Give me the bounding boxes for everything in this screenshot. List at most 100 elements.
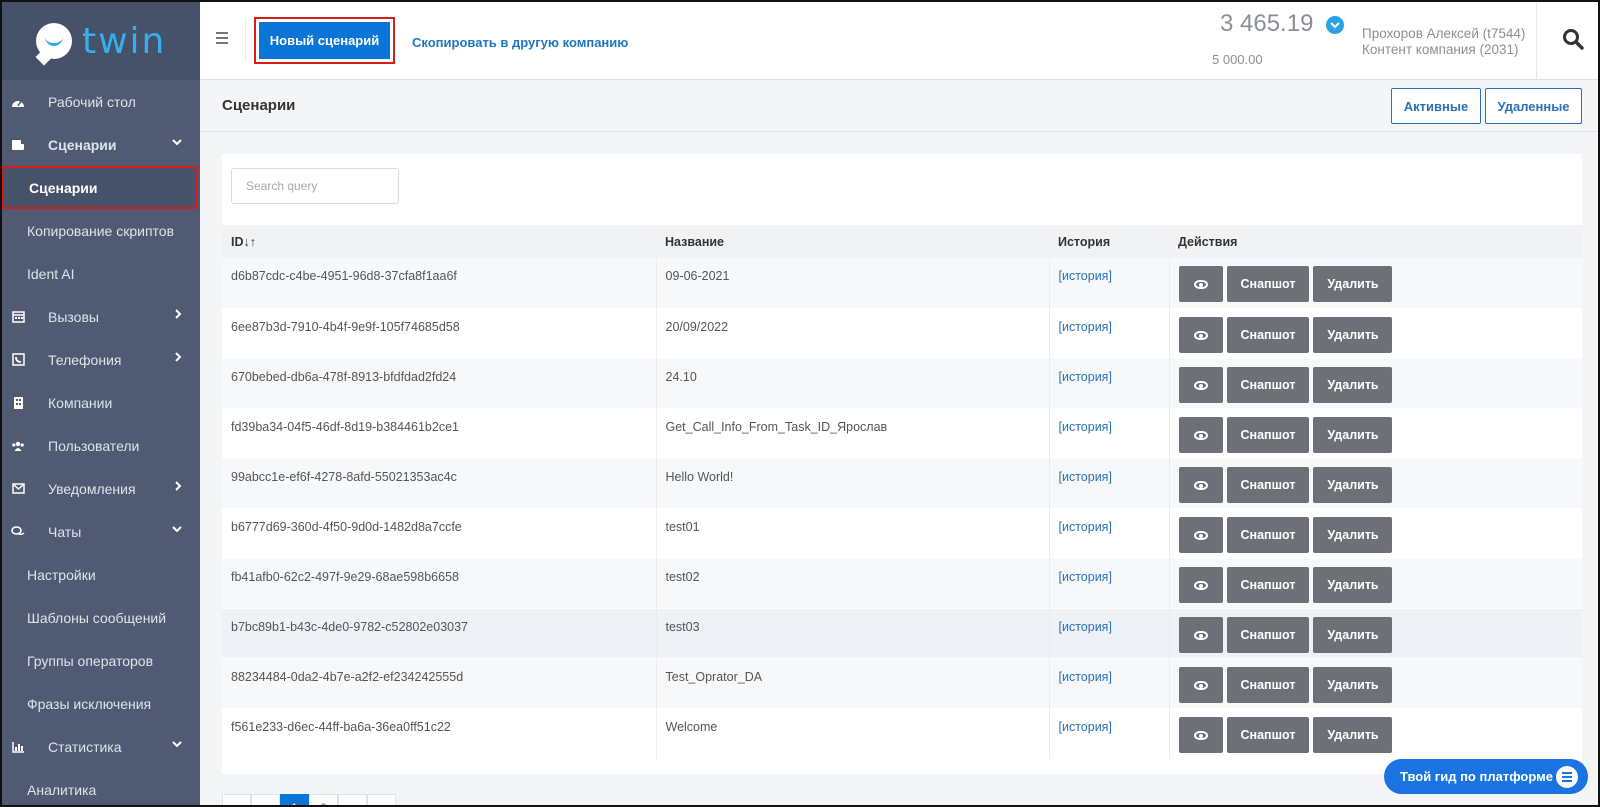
history-link[interactable]: [история] bbox=[1059, 670, 1112, 684]
calendar-icon bbox=[10, 309, 26, 325]
sidebar-item-scenarios[interactable]: Сценарии bbox=[2, 123, 200, 166]
snapshot-button[interactable]: Снапшот bbox=[1226, 266, 1309, 302]
sidebar-item-dashboard[interactable]: Рабочий стол bbox=[2, 80, 200, 123]
snapshot-button[interactable]: Снапшот bbox=[1226, 516, 1309, 553]
delete-button[interactable]: Удалить bbox=[1313, 266, 1393, 302]
chat-icon bbox=[10, 524, 26, 540]
sidebar-item-companies[interactable]: Компании bbox=[2, 381, 200, 424]
view-button[interactable] bbox=[1178, 516, 1223, 553]
eye-icon bbox=[1193, 430, 1208, 440]
sidebar-item-label: Сценарии bbox=[29, 179, 98, 196]
sidebar-item-statistics[interactable]: Статистика bbox=[2, 725, 200, 768]
history-link[interactable]: [история] bbox=[1059, 620, 1112, 634]
view-button[interactable] bbox=[1178, 666, 1223, 703]
sort-icon: ↓↑ bbox=[243, 234, 257, 249]
delete-button[interactable]: Удалить bbox=[1313, 616, 1393, 653]
balance-limit: 5 000.00 bbox=[1212, 52, 1263, 67]
logo[interactable]: twin bbox=[2, 2, 200, 80]
view-button[interactable] bbox=[1178, 716, 1223, 753]
history-link[interactable]: [история] bbox=[1059, 520, 1112, 534]
sidebar-item-operator-groups[interactable]: Группы операторов bbox=[2, 639, 200, 682]
snapshot-button[interactable]: Снапшот bbox=[1226, 316, 1309, 353]
sidebar-item-label: Чаты bbox=[48, 523, 82, 540]
snapshot-button[interactable]: Снапшот bbox=[1226, 566, 1309, 603]
app-window: twin Рабочий стол Сценарии Сценарии Копи… bbox=[0, 0, 1600, 807]
history-link[interactable]: [история] bbox=[1059, 570, 1112, 584]
delete-button[interactable]: Удалить bbox=[1313, 416, 1393, 453]
page-title-bar: Сценарии Активные Удаленные bbox=[200, 80, 1598, 132]
search-icon[interactable] bbox=[1562, 28, 1584, 50]
delete-button[interactable]: Удалить bbox=[1313, 316, 1393, 353]
delete-button[interactable]: Удалить bbox=[1313, 666, 1393, 703]
snapshot-button[interactable]: Снапшот bbox=[1226, 366, 1309, 403]
history-link[interactable]: [история] bbox=[1059, 720, 1112, 734]
dashboard-icon bbox=[10, 94, 26, 110]
sidebar-item-exclusion-phrases[interactable]: Фразы исключения bbox=[2, 682, 200, 725]
sidebar-item-copy-scripts[interactable]: Копирование скриптов bbox=[2, 209, 200, 252]
copy-to-company-link[interactable]: Скопировать в другую компанию bbox=[412, 35, 628, 50]
deleted-filter-button[interactable]: Удаленные bbox=[1485, 88, 1582, 124]
search-input[interactable] bbox=[231, 168, 399, 204]
eye-icon bbox=[1193, 630, 1208, 640]
company-name: Контент компания (2031) bbox=[1362, 42, 1519, 57]
scenario-name: 20/09/2022 bbox=[655, 308, 1049, 358]
history-link[interactable]: [история] bbox=[1059, 269, 1112, 283]
column-header-id[interactable]: ID↓↑ bbox=[222, 225, 656, 258]
snapshot-button[interactable]: Снапшот bbox=[1226, 666, 1309, 703]
chevron-right-icon bbox=[174, 352, 182, 365]
sidebar-item-message-templates[interactable]: Шаблоны сообщений bbox=[2, 596, 200, 639]
header-divider bbox=[245, 20, 246, 60]
sidebar-item-notifications[interactable]: Уведомления bbox=[2, 467, 200, 510]
history-link[interactable]: [история] bbox=[1059, 420, 1112, 434]
sidebar-item-users[interactable]: Пользователи bbox=[2, 424, 200, 467]
page-button[interactable]: « bbox=[222, 794, 251, 805]
page-button[interactable]: 2 bbox=[309, 794, 338, 805]
balance-dropdown-icon[interactable] bbox=[1326, 16, 1344, 34]
history-link[interactable]: [история] bbox=[1059, 470, 1112, 484]
table-row: 88234484-0da2-4b7e-a2f2-ef234242555d Test… bbox=[222, 658, 1582, 708]
menu-toggle-icon[interactable] bbox=[216, 32, 228, 44]
sidebar-item-ident-ai[interactable]: Ident AI bbox=[2, 252, 200, 295]
view-button[interactable] bbox=[1178, 416, 1223, 453]
snapshot-button[interactable]: Снапшот bbox=[1226, 466, 1309, 503]
delete-button[interactable]: Удалить bbox=[1313, 716, 1393, 753]
snapshot-button[interactable]: Снапшот bbox=[1226, 716, 1309, 753]
sidebar-item-label: Уведомления bbox=[48, 480, 136, 497]
delete-button[interactable]: Удалить bbox=[1313, 516, 1393, 553]
sidebar-item-calls[interactable]: Вызовы bbox=[2, 295, 200, 338]
view-button[interactable] bbox=[1178, 316, 1223, 353]
delete-button[interactable]: Удалить bbox=[1313, 566, 1393, 603]
view-button[interactable] bbox=[1178, 616, 1223, 653]
scenarios-table: ID↓↑ Название История Действия d6b87cdc-… bbox=[222, 225, 1582, 759]
sidebar-item-scenarios-list[interactable]: Сценарии bbox=[2, 166, 198, 209]
snapshot-button[interactable]: Снапшот bbox=[1226, 416, 1309, 453]
sidebar-item-settings[interactable]: Настройки bbox=[2, 553, 200, 596]
sidebar-item-label: Группы операторов bbox=[27, 652, 154, 669]
user-name: Прохоров Алексей (t7544) bbox=[1362, 26, 1526, 41]
view-button[interactable] bbox=[1178, 566, 1223, 603]
eye-icon bbox=[1193, 480, 1208, 490]
snapshot-button[interactable]: Снапшот bbox=[1226, 616, 1309, 653]
sidebar-item-analytics[interactable]: Аналитика bbox=[2, 768, 200, 805]
page-button[interactable]: » bbox=[367, 794, 396, 805]
sidebar-item-telephony[interactable]: Телефония bbox=[2, 338, 200, 381]
platform-guide-button[interactable]: Твой гид по платформе bbox=[1384, 759, 1588, 794]
scenario-id: f561e233-d6ec-44ff-ba6a-36ea0ff51c22 bbox=[231, 719, 451, 734]
view-button[interactable] bbox=[1178, 366, 1223, 403]
new-scenario-button[interactable]: Новый сценарий bbox=[259, 22, 390, 59]
page-button[interactable]: 1 bbox=[280, 794, 309, 805]
chevron-down-icon bbox=[172, 524, 182, 536]
history-link[interactable]: [история] bbox=[1059, 320, 1112, 334]
delete-button[interactable]: Удалить bbox=[1313, 466, 1393, 503]
phone-icon bbox=[10, 352, 26, 368]
sidebar-item-chats[interactable]: Чаты bbox=[2, 510, 200, 553]
scenario-name: Hello World! bbox=[655, 458, 1049, 508]
page-button[interactable]: › bbox=[338, 794, 367, 805]
user-info[interactable]: Прохоров Алексей (t7544) Контент компани… bbox=[1362, 26, 1525, 58]
view-button[interactable] bbox=[1178, 466, 1223, 503]
history-link[interactable]: [история] bbox=[1059, 370, 1112, 384]
delete-button[interactable]: Удалить bbox=[1313, 366, 1393, 403]
active-filter-button[interactable]: Активные bbox=[1391, 88, 1481, 124]
page-button[interactable]: ‹ bbox=[251, 794, 280, 805]
view-button[interactable] bbox=[1178, 266, 1223, 302]
